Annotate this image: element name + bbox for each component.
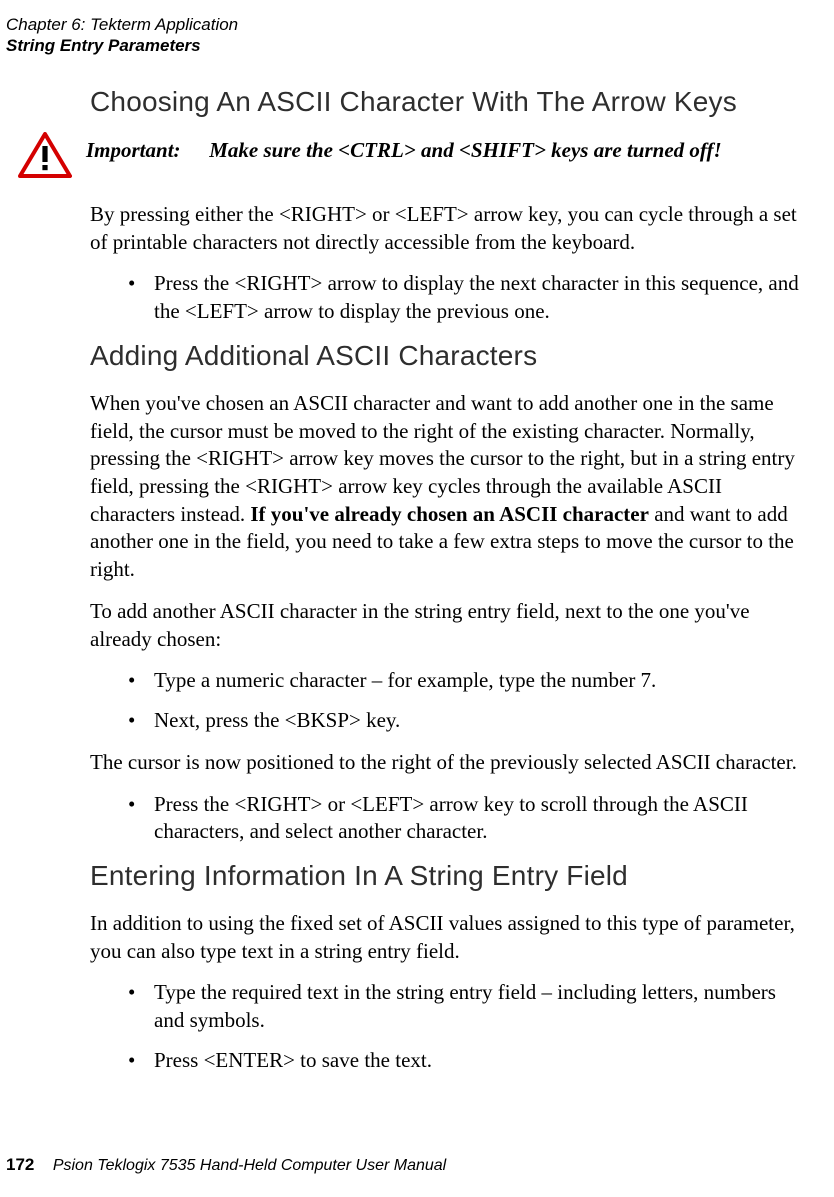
entering-para1: In addition to using the fixed set of AS…: [90, 910, 810, 965]
choosing-bullets: Press the <RIGHT> arrow to display the n…: [90, 270, 810, 325]
choosing-para1: By pressing either the <RIGHT> or <LEFT>…: [90, 201, 810, 256]
page: Chapter 6: Tekterm Application String En…: [0, 0, 834, 1197]
list-item: Type a numeric character – for example, …: [128, 667, 810, 695]
adding-bullets-2: Press the <RIGHT> or <LEFT> arrow key to…: [90, 791, 810, 846]
list-item: Press the <RIGHT> arrow to display the n…: [128, 270, 810, 325]
adding-para2: To add another ASCII character in the st…: [90, 598, 810, 653]
important-label: Important:: [86, 136, 204, 164]
content-area: Choosing An ASCII Character With The Arr…: [90, 86, 810, 1089]
running-header: Chapter 6: Tekterm Application String En…: [6, 14, 238, 57]
important-note: Important: Make sure the <CTRL> and <SHI…: [18, 136, 810, 183]
list-item: Press <ENTER> to save the text.: [128, 1047, 810, 1075]
heading-choosing: Choosing An ASCII Character With The Arr…: [90, 86, 810, 118]
adding-para3: The cursor is now positioned to the righ…: [90, 749, 810, 777]
chapter-label: Chapter 6: Tekterm Application: [6, 14, 238, 35]
adding-para1-bold: If you've already chosen an ASCII charac…: [250, 502, 649, 526]
page-number: 172: [6, 1155, 34, 1174]
heading-adding: Adding Additional ASCII Characters: [90, 340, 810, 372]
list-item: Press the <RIGHT> or <LEFT> arrow key to…: [128, 791, 810, 846]
warning-icon: [18, 132, 72, 183]
heading-entering: Entering Information In A String Entry F…: [90, 860, 810, 892]
section-label: String Entry Parameters: [6, 35, 238, 56]
list-item: Type the required text in the string ent…: [128, 979, 810, 1034]
adding-bullets-1: Type a numeric character – for example, …: [90, 667, 810, 734]
entering-bullets: Type the required text in the string ent…: [90, 979, 810, 1074]
list-item: Next, press the <BKSP> key.: [128, 707, 810, 735]
manual-title: Psion Teklogix 7535 Hand-Held Computer U…: [53, 1157, 446, 1174]
important-text: Important: Make sure the <CTRL> and <SHI…: [86, 136, 810, 164]
page-footer: 172 Psion Teklogix 7535 Hand-Held Comput…: [6, 1155, 446, 1175]
adding-para1: When you've chosen an ASCII character an…: [90, 390, 810, 584]
important-body: Make sure the <CTRL> and <SHIFT> keys ar…: [209, 138, 721, 162]
